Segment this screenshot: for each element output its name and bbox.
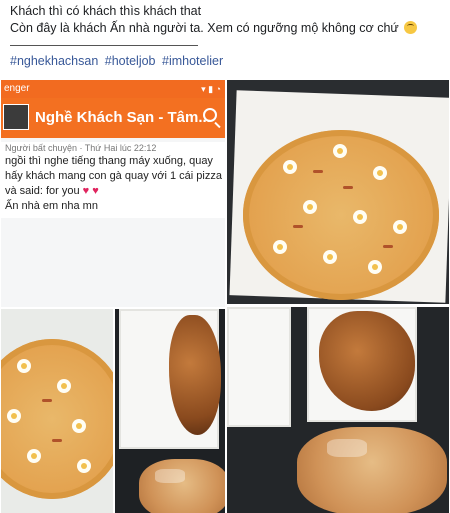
post-message-line: và said: for you	[5, 185, 80, 197]
bread-bag	[297, 427, 447, 513]
status-bar: enger ▾ ▮ ◔	[1, 80, 225, 98]
post-message-line: hấy khách mang con gà quay với 1 cái piz…	[5, 170, 222, 182]
chicken-photo[interactable]	[115, 309, 225, 513]
hashtag-link[interactable]: #imhotelier	[162, 54, 223, 68]
bag-sheen	[155, 469, 185, 483]
egg-topping	[373, 166, 387, 180]
hashtag-link[interactable]: #nghekhachsan	[10, 54, 98, 68]
hashtag-list: #nghekhachsan #hoteljob #imhotelier	[10, 54, 226, 68]
post-line-1: Khách thì có khách thìs khách that	[10, 4, 202, 18]
feed-post: Người bất chuyện · Thứ Hai lúc 22:12 ngồ…	[1, 142, 225, 218]
egg-topping	[368, 260, 382, 274]
sauce-drizzle	[42, 399, 52, 402]
food-container	[227, 307, 291, 427]
pizza-photo[interactable]	[227, 80, 449, 304]
status-carrier: enger	[4, 83, 30, 94]
egg-topping	[57, 379, 71, 393]
egg-topping	[353, 210, 367, 224]
chicken-photo-large[interactable]	[227, 307, 449, 513]
bread-bag	[139, 459, 225, 513]
sauce-drizzle	[383, 245, 393, 248]
post-message-line: Ấn nhà em nha mn	[5, 200, 98, 212]
app-bar: Nghề Khách Sạn - Tâm...	[1, 98, 225, 138]
sauce-drizzle	[313, 170, 323, 173]
post-message-line: ngồi thì nghe tiếng thang máy xuống, qua…	[5, 155, 213, 167]
post-meta: Người bất chuyện · Thứ Hai lúc 22:12	[5, 143, 157, 153]
egg-topping	[303, 200, 317, 214]
bag-sheen	[327, 439, 367, 457]
search-icon[interactable]	[203, 108, 217, 122]
hashtag-link[interactable]: #hoteljob	[105, 54, 156, 68]
egg-topping	[72, 419, 86, 433]
post-line-2: Còn đây là khách Ấn nhà người ta. Xem có…	[10, 21, 399, 35]
sauce-drizzle	[343, 186, 353, 189]
pizza-photo-small[interactable]	[1, 309, 113, 513]
sauce-drizzle	[52, 439, 62, 442]
divider	[10, 45, 198, 46]
egg-topping	[17, 359, 31, 373]
egg-topping	[333, 144, 347, 158]
egg-topping	[323, 250, 337, 264]
group-logo-icon	[3, 104, 29, 130]
post-text: Khách thì có khách thìs khách that Còn đ…	[10, 3, 442, 37]
egg-topping	[283, 160, 297, 174]
egg-topping	[393, 220, 407, 234]
status-icons: ▾ ▮ ◔	[201, 84, 221, 94]
egg-topping	[273, 240, 287, 254]
heart-emoji-icon: ♥ ♥	[82, 185, 99, 197]
egg-topping	[77, 459, 91, 473]
photo-grid: enger ▾ ▮ ◔ Nghề Khách Sạn - Tâm... Ngườ…	[1, 80, 449, 513]
egg-topping	[27, 449, 41, 463]
app-title: Nghề Khách Sạn - Tâm...	[35, 109, 211, 126]
pizza	[243, 130, 439, 300]
egg-topping	[7, 409, 21, 423]
pizza	[1, 339, 113, 499]
sauce-drizzle	[293, 225, 303, 228]
phone-screenshot[interactable]: enger ▾ ▮ ◔ Nghề Khách Sạn - Tâm... Ngườ…	[1, 80, 225, 307]
sad-emoji-icon	[404, 21, 418, 34]
